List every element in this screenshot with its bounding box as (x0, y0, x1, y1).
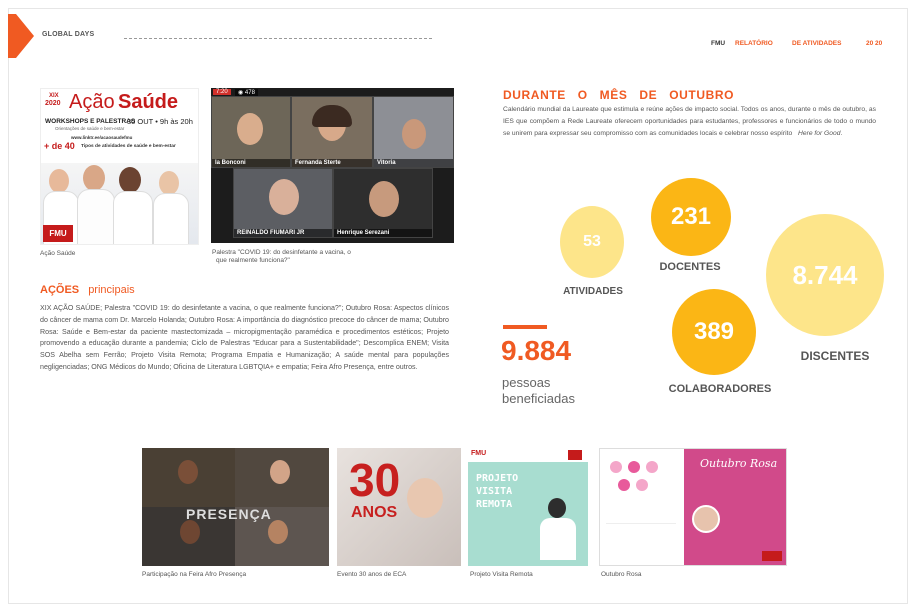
stat-atividades-bubble: 53 (560, 206, 624, 278)
gallery-30-anos-caption: Evento 30 anos de ECA (337, 571, 407, 578)
stat-colaboradores-label: COLABORADORES (668, 383, 772, 395)
gallery-30-anos-small: ANOS (351, 504, 398, 521)
meeting-caption: Palestra "COVID 19: do desinfetante a va… (212, 249, 452, 265)
meeting-tile: Vitoria (373, 96, 454, 168)
meeting-tile-name: REINALDO FIUMARI JR (234, 229, 332, 237)
poster-acao-saude: XIX 2020 Ação Saúde WORKSHOPS E PALESTRA… (40, 88, 199, 245)
stat-beneficiadas-line1: pessoas (502, 375, 551, 390)
stat-docentes-label: DOCENTES (659, 261, 721, 273)
gallery-visita-remota-logo: FMU (471, 450, 487, 457)
poster-tagline: Orientações de saúde e bem-estar (55, 126, 125, 131)
stat-atividades-label: ATIVIDADES (563, 286, 623, 297)
stat-discentes-bubble: 8.744 (766, 214, 884, 336)
header-brand: FMU (711, 40, 726, 47)
meeting-caption-line1: Palestra "COVID 19: do desinfetante a va… (212, 249, 351, 256)
gallery-outubro-rosa-caption: Outubro Rosa (601, 571, 642, 578)
meeting-tile: REINALDO FIUMARI JR (233, 168, 333, 238)
gallery-30-anos-big: 30 (349, 454, 401, 506)
gallery-feira-afro-photo: PRESENÇA (142, 448, 329, 566)
acoes-title-bold: AÇÕES (40, 284, 80, 296)
meeting-rec-badge: 7:20 (213, 89, 231, 95)
acoes-heading: AÇÕES principais (40, 284, 135, 296)
meeting-tile: la Bonconi (211, 96, 291, 168)
poster-year: 2020 (45, 100, 61, 107)
beneficiadas-accent-bar (503, 325, 547, 329)
ribbon-icons (606, 457, 676, 517)
poster-title-plain: Ação (69, 91, 115, 113)
gallery-visita-remota-overlay: PROJETO VISITA REMOTA (476, 473, 519, 510)
durante-body-end: . (840, 130, 843, 137)
acoes-body: XIX AÇÃO SAÚDE; Palestra "COVID 19: do d… (40, 304, 449, 371)
poster-count-text: Tipos de atividades de saúde e bem-estar (81, 144, 176, 149)
gallery-feira-afro-overlay: PRESENÇA (186, 506, 272, 522)
header-title: GLOBAL DAYS (42, 31, 95, 38)
meeting-tile-name: Fernanda Sterte (292, 159, 372, 167)
gallery-30-anos-eca-photo: 30 ANOS (337, 448, 461, 566)
stat-beneficiadas-label: pessoas beneficiadas (502, 375, 575, 407)
stat-beneficiadas-line2: beneficiadas (502, 391, 575, 406)
meeting-screenshot: 7:20 ◉ 478 la Bonconi Fernanda Sterte Vi… (211, 88, 454, 243)
header-tab-arrow (16, 14, 34, 58)
gallery-outubro-rosa-overlay: Outubro Rosa (700, 457, 778, 470)
meeting-tile-name: la Bonconi (212, 159, 290, 167)
gallery-visita-remota-caption: Projeto Visita Remota (470, 571, 533, 578)
header-tab-marker (8, 14, 16, 58)
stat-beneficiadas-value: 9.884 (501, 335, 572, 366)
gallery-visita-remota-photo: FMU PROJETO VISITA REMOTA (468, 448, 588, 566)
stat-colaboradores-bubble: 389 (672, 289, 756, 375)
meeting-tile-name: Vitoria (374, 159, 453, 167)
poster-count: + de 40 (44, 141, 75, 151)
poster-caption: Ação Saúde (40, 250, 76, 257)
meeting-tile: Henrique Serezani (333, 168, 433, 238)
poster-title-bold: Saúde (118, 91, 179, 113)
poster-edition: XIX (49, 93, 59, 99)
acoes-title-light: principais (88, 284, 135, 296)
durante-title: DURANTE O MÊS DE OUTUBRO (503, 88, 735, 102)
poster-date: 30 OUT • 9h às 20h (127, 117, 193, 126)
header-year: 20 20 (866, 40, 883, 47)
durante-body-italic: Here for Good (798, 130, 841, 137)
header-divider (124, 38, 432, 39)
stat-docentes-bubble: 231 (651, 178, 731, 256)
header-report-word2: DE ATIVIDADES (792, 40, 842, 47)
gallery-outubro-rosa-photo: Outubro Rosa (599, 448, 787, 566)
poster-link: www.linktr.ee/acaosaudefmu (71, 135, 133, 140)
meeting-tile: Fernanda Sterte (291, 96, 373, 168)
durante-body: Calendário mundial da Laureate que estim… (503, 104, 876, 140)
meeting-caption-line2: que realmente funciona?" (216, 257, 290, 264)
stat-discentes-label: DISCENTES (800, 349, 870, 363)
header-report-word1: RELATÓRIO (735, 40, 773, 47)
gallery-feira-afro-caption: Participação na Feira Afro Presença (142, 571, 247, 578)
meeting-tile-name: Henrique Serezani (334, 229, 432, 237)
poster-subtitle: WORKSHOPS E PALESTRAS (45, 118, 136, 125)
poster-fmu-logo: FMU (43, 225, 73, 242)
meeting-views-badge: ◉ 478 (235, 89, 258, 96)
